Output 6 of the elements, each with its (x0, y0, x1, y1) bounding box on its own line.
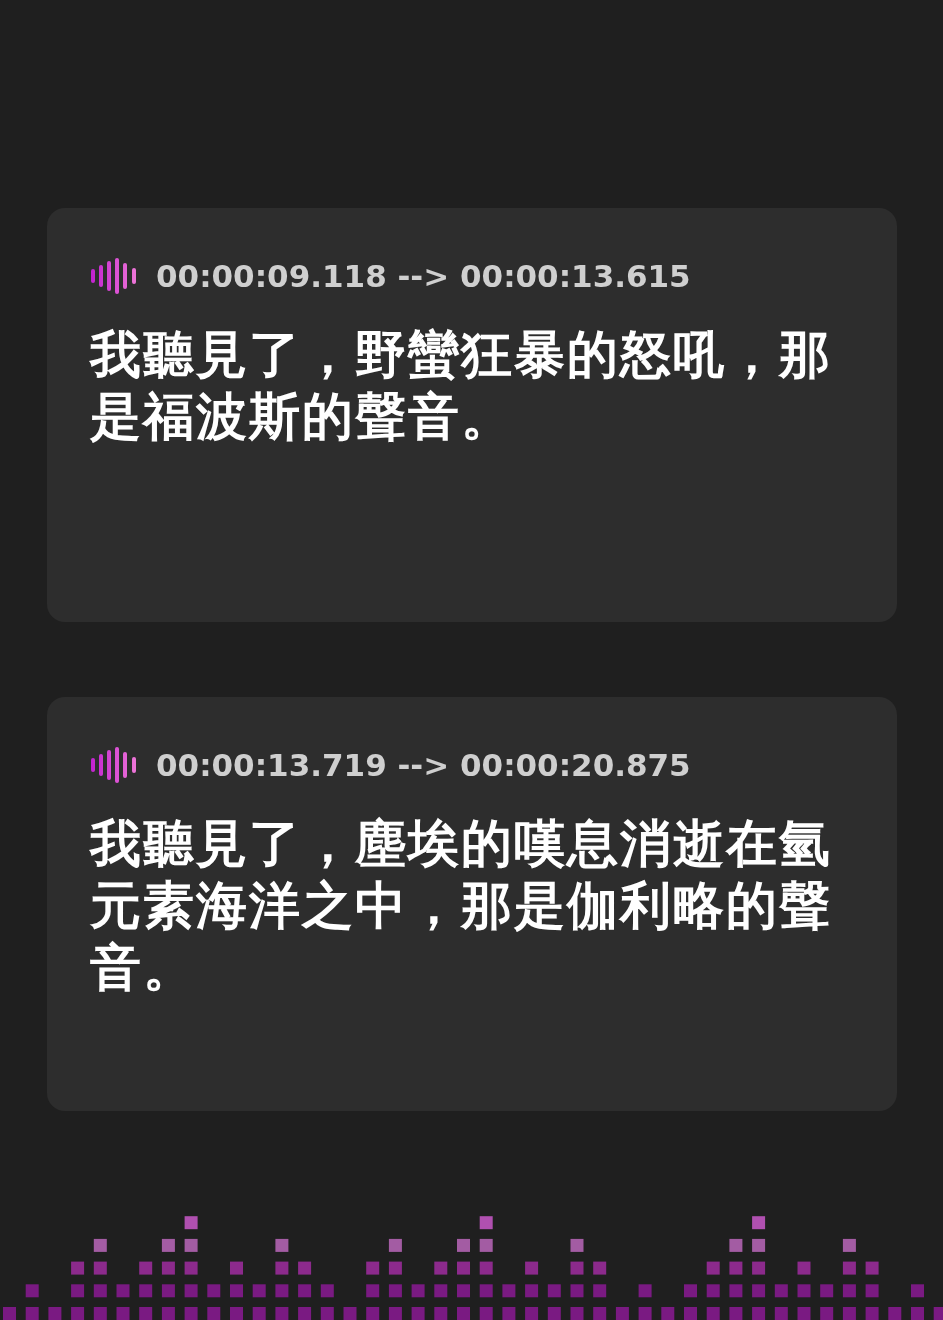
timestamp: 00:00:09.118 --> 00:00:13.615 (156, 258, 691, 294)
sound-wave-icon (90, 258, 138, 294)
timestamp: 00:00:13.719 --> 00:00:20.875 (156, 747, 691, 783)
sound-wave-icon (90, 747, 138, 783)
subtitle-text: 我聽見了，野蠻狂暴的怒吼，那是福波斯的聲音。 (90, 324, 833, 448)
subtitle-text: 我聽見了，塵埃的嘆息消逝在氫元素海洋之中，那是伽利略的聲音。 (90, 813, 833, 999)
